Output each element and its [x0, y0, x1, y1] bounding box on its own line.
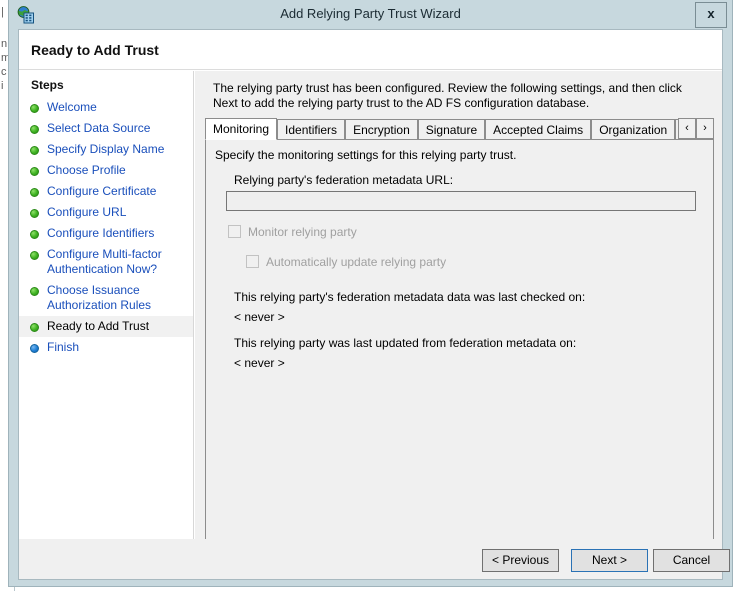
auto-update-relying-party-checkbox[interactable] — [246, 255, 259, 268]
sidebar-step-label: Welcome — [47, 100, 97, 114]
wizard-body: Steps Welcome Select Data Source Specify D… — [19, 71, 722, 578]
dialog-client-area: Ready to Add Trust Steps Welcome Select D… — [18, 29, 723, 579]
sidebar-step-select-data-source[interactable]: Select Data Source — [19, 118, 193, 139]
tab-scroll-left-button[interactable]: ‹ — [678, 118, 696, 139]
step-pending-bullet-icon — [30, 344, 39, 353]
next-button[interactable]: Next > — [571, 549, 648, 572]
tab-encryption[interactable]: Encryption — [345, 119, 418, 140]
tab-signature[interactable]: Signature — [417, 119, 486, 140]
dialog-titlebar[interactable]: Add Relying Party Trust Wizard x — [9, 0, 732, 29]
wizard-header: Ready to Add Trust — [19, 30, 722, 70]
step-done-bullet-icon — [30, 323, 39, 332]
background-text-fragment: i — [1, 80, 4, 92]
auto-update-relying-party-row[interactable]: Automatically update relying party — [246, 255, 446, 269]
step-done-bullet-icon — [30, 209, 39, 218]
step-done-bullet-icon — [30, 287, 39, 296]
step-done-bullet-icon — [30, 146, 39, 155]
background-text-fragment: c — [1, 66, 7, 78]
add-relying-party-trust-wizard-dialog: Add Relying Party Trust Wizard x Ready t… — [8, 0, 733, 587]
sidebar-step-configure-url[interactable]: Configure URL — [19, 202, 193, 223]
monitoring-description: Specify the monitoring settings for this… — [215, 148, 517, 162]
sidebar-step-label: Configure Identifiers — [47, 226, 155, 240]
step-done-bullet-icon — [30, 167, 39, 176]
tab-scroll-right-button[interactable]: › — [696, 118, 714, 139]
monitor-relying-party-checkbox[interactable] — [228, 225, 241, 238]
sidebar-step-configure-certificate[interactable]: Configure Certificate — [19, 181, 193, 202]
monitoring-tab-panel: Specify the monitoring settings for this… — [205, 139, 714, 565]
sidebar-step-finish[interactable]: Finish — [19, 337, 193, 358]
close-icon[interactable]: x — [695, 2, 727, 28]
desktop-background: | n m c i Add Relying Party Trust Wizard… — [0, 0, 733, 591]
sidebar-step-ready-to-add-trust[interactable]: Ready to Add Trust — [19, 316, 193, 337]
sidebar-step-label: Finish — [47, 340, 80, 354]
sidebar-step-label: Select Data Source — [47, 121, 151, 135]
sidebar-step-welcome[interactable]: Welcome — [19, 97, 193, 118]
tab-identifiers[interactable]: Identifiers — [277, 119, 346, 140]
monitor-relying-party-row[interactable]: Monitor relying party — [228, 225, 357, 239]
steps-heading: Steps — [31, 78, 64, 92]
sidebar-step-specify-display-name[interactable]: Specify Display Name — [19, 139, 193, 160]
last-checked-label: This relying party's federation metadata… — [234, 290, 586, 304]
tab-accepted-claims[interactable]: Accepted Claims — [485, 119, 592, 140]
background-text-fragment: | — [1, 6, 4, 18]
sidebar-step-label: Choose Issuance Authorization Rules — [47, 283, 152, 312]
dialog-footer: < Previous Next > Cancel — [18, 539, 730, 580]
last-updated-value: < never > — [234, 356, 285, 370]
last-updated-label: This relying party was last updated from… — [234, 336, 577, 350]
intro-description: The relying party trust has been configu… — [213, 81, 682, 110]
sidebar-step-label: Ready to Add Trust — [47, 319, 150, 333]
page-title: Ready to Add Trust — [31, 42, 159, 58]
cancel-button[interactable]: Cancel — [653, 549, 730, 572]
sidebar-step-choose-profile[interactable]: Choose Profile — [19, 160, 193, 181]
step-done-bullet-icon — [30, 104, 39, 113]
step-done-bullet-icon — [30, 188, 39, 197]
tab-strip: Monitoring Identifiers Encryption Signature… — [205, 118, 714, 140]
sidebar-step-label: Specify Display Name — [47, 142, 165, 156]
monitor-relying-party-label: Monitor relying party — [248, 225, 357, 239]
sidebar-step-label: Configure Multi-factor Authentication No… — [47, 247, 162, 276]
settings-tab-control: Monitoring Identifiers Encryption Signature… — [205, 118, 714, 565]
auto-update-relying-party-label: Automatically update relying party — [266, 255, 447, 269]
sidebar-step-choose-issuance-authorization-rules[interactable]: Choose Issuance Authorization Rules — [19, 280, 193, 316]
last-checked-value: < never > — [234, 310, 285, 324]
step-done-bullet-icon — [30, 251, 39, 260]
tab-organization[interactable]: Organization — [591, 119, 676, 140]
sidebar-step-configure-multi-factor-authentication-now[interactable]: Configure Multi-factor Authentication No… — [19, 244, 193, 280]
step-done-bullet-icon — [30, 125, 39, 134]
sidebar-step-label: Configure Certificate — [47, 184, 157, 198]
sidebar-step-configure-identifiers[interactable]: Configure Identifiers — [19, 223, 193, 244]
sidebar-step-label: Configure URL — [47, 205, 127, 219]
step-done-bullet-icon — [30, 230, 39, 239]
previous-button[interactable]: < Previous — [482, 549, 559, 572]
dialog-title: Add Relying Party Trust Wizard — [280, 6, 461, 21]
steps-list: Welcome Select Data Source Specify Display… — [19, 97, 193, 358]
steps-sidebar: Steps Welcome Select Data Source Specify D… — [19, 71, 194, 578]
sidebar-step-label: Choose Profile — [47, 163, 126, 177]
tab-scroll-buttons: ‹ › — [678, 118, 714, 139]
content-pane: The relying party trust has been configu… — [195, 71, 722, 578]
metadata-url-input[interactable] — [226, 191, 696, 211]
metadata-url-label: Relying party's federation metadata URL: — [234, 173, 454, 187]
background-text-fragment: n — [1, 38, 8, 50]
tab-monitoring[interactable]: Monitoring — [205, 118, 278, 140]
